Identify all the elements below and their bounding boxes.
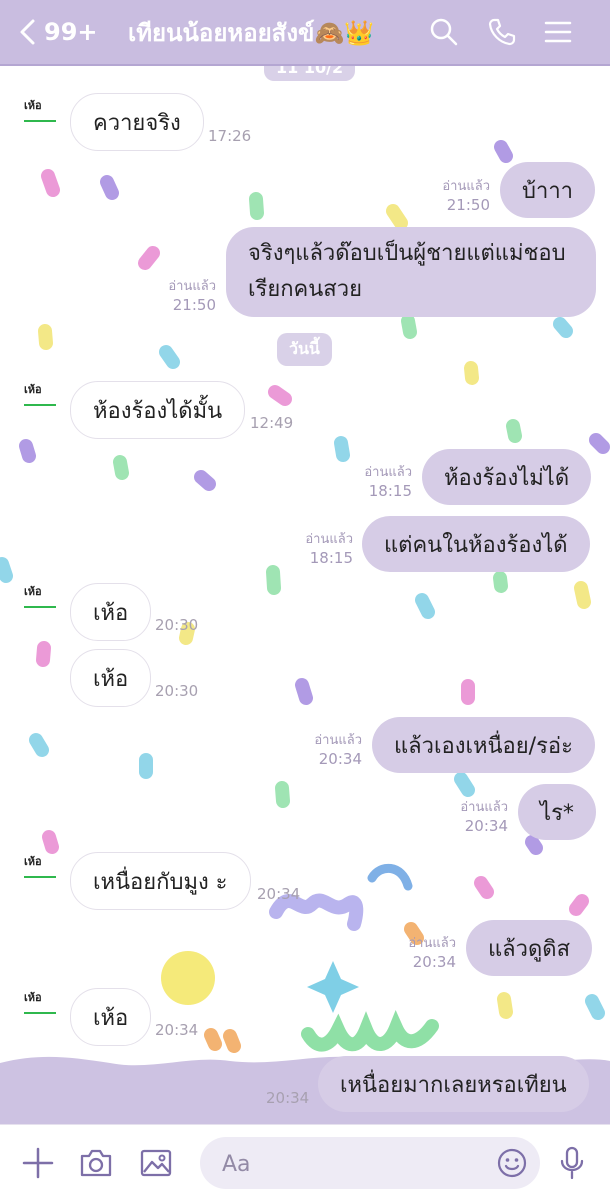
chat-header: 99+ เทียนน้อยหอยสังข์🙈👑 xyxy=(0,0,610,66)
outgoing-message[interactable]: จริงๆแล้วด๊อบเป็นผู้ชายแต่แม่ชอบเรียกคนส… xyxy=(226,227,596,317)
outgoing-message[interactable]: ไร* xyxy=(518,784,596,840)
emoji-icon xyxy=(497,1148,527,1178)
message-meta: อ่านแล้ว 21:50 xyxy=(156,278,216,314)
message-meta: อ่านแล้ว 20:34 xyxy=(302,732,362,768)
add-button[interactable] xyxy=(18,1143,58,1183)
message-time: 21:50 xyxy=(446,196,490,214)
message-meta: อ่านแล้ว 21:50 xyxy=(430,178,490,214)
incoming-message[interactable]: ห้องร้องได้มั้น xyxy=(70,381,246,439)
message-time: 20:34 xyxy=(266,1089,310,1107)
date-divider-today: วันนี้ xyxy=(277,333,332,366)
message-time: 20:34 xyxy=(257,885,301,903)
avatar[interactable]: เห้อ xyxy=(24,582,56,608)
search-button[interactable] xyxy=(426,14,462,50)
read-receipt: อ่านแล้ว xyxy=(314,733,362,748)
outgoing-message[interactable]: เหนื่อยมากเลยหรอเทียน xyxy=(318,1056,589,1112)
call-button[interactable] xyxy=(484,14,520,50)
incoming-message[interactable]: เหนื่อยกับมูง ะ xyxy=(70,852,251,910)
avatar[interactable]: เห้อ xyxy=(24,96,56,122)
incoming-message[interactable]: ควายจริง xyxy=(70,93,204,151)
back-button[interactable]: 99+ xyxy=(18,12,98,52)
message-time: 20:30 xyxy=(155,616,199,634)
incoming-message[interactable]: เห้อ xyxy=(70,583,152,641)
read-receipt: อ่านแล้ว xyxy=(364,465,412,480)
camera-icon xyxy=(80,1149,112,1177)
avatar[interactable]: เห้อ xyxy=(24,988,56,1014)
search-icon xyxy=(430,18,458,46)
incoming-message[interactable]: เห้อ xyxy=(70,649,152,707)
message-meta: อ่านแล้ว 20:34 xyxy=(396,935,456,971)
message-time: 20:34 xyxy=(318,750,362,768)
read-receipt: อ่านแล้ว xyxy=(168,279,216,294)
message-meta: อ่านแล้ว 20:34 xyxy=(448,799,508,835)
message-time: 18:15 xyxy=(309,549,353,567)
outgoing-message[interactable]: แล้วดูดิส xyxy=(466,920,593,976)
read-receipt: อ่านแล้ว xyxy=(460,800,508,815)
read-receipt: อ่านแล้ว xyxy=(408,936,456,951)
message-time: 20:34 xyxy=(464,817,508,835)
message-input[interactable] xyxy=(220,1149,484,1179)
message-input-bar xyxy=(0,1124,610,1201)
plus-icon xyxy=(22,1147,54,1179)
image-icon xyxy=(140,1149,172,1177)
gallery-button[interactable] xyxy=(136,1143,176,1183)
message-time: 20:34 xyxy=(412,953,456,971)
message-time: 20:34 xyxy=(155,1021,199,1039)
emoji-button[interactable] xyxy=(496,1147,528,1179)
chat-area[interactable]: 11 10/2 เห้อ ควายจริง 17:26 อ่านแล้ว 21:… xyxy=(0,66,610,1124)
message-time: 12:49 xyxy=(250,414,294,432)
message-time: 20:30 xyxy=(155,682,199,700)
voice-button[interactable] xyxy=(552,1143,592,1183)
avatar[interactable]: เห้อ xyxy=(24,852,56,878)
read-receipt: อ่านแล้ว xyxy=(305,532,353,547)
incoming-message[interactable]: เห้อ xyxy=(70,988,152,1046)
outgoing-message[interactable]: บ้าาา xyxy=(500,162,596,218)
message-time: 18:15 xyxy=(368,482,412,500)
menu-icon xyxy=(544,21,572,43)
message-input-box[interactable] xyxy=(200,1137,540,1189)
menu-button[interactable] xyxy=(540,14,576,50)
microphone-icon xyxy=(560,1146,584,1180)
message-meta: อ่านแล้ว 18:15 xyxy=(352,464,412,500)
message-time: 21:50 xyxy=(172,296,216,314)
unread-count: 99+ xyxy=(44,18,98,46)
date-divider: 11 10/2 xyxy=(264,66,356,81)
outgoing-message[interactable]: แต่คนในห้องร้องได้ xyxy=(362,516,590,572)
outgoing-message[interactable]: แล้วเองเหนื่อย/รอ่ะ xyxy=(372,717,595,773)
chat-title[interactable]: เทียนน้อยหอยสังข์🙈👑 xyxy=(128,14,398,50)
camera-button[interactable] xyxy=(76,1143,116,1183)
message-time: 17:26 xyxy=(208,127,252,145)
read-receipt: อ่านแล้ว xyxy=(442,179,490,194)
phone-icon xyxy=(488,18,516,46)
chevron-left-icon xyxy=(20,19,35,45)
message-meta: อ่านแล้ว 18:15 xyxy=(293,531,353,567)
outgoing-message[interactable]: ห้องร้องไม่ได้ xyxy=(422,449,592,505)
avatar[interactable]: เห้อ xyxy=(24,380,56,406)
